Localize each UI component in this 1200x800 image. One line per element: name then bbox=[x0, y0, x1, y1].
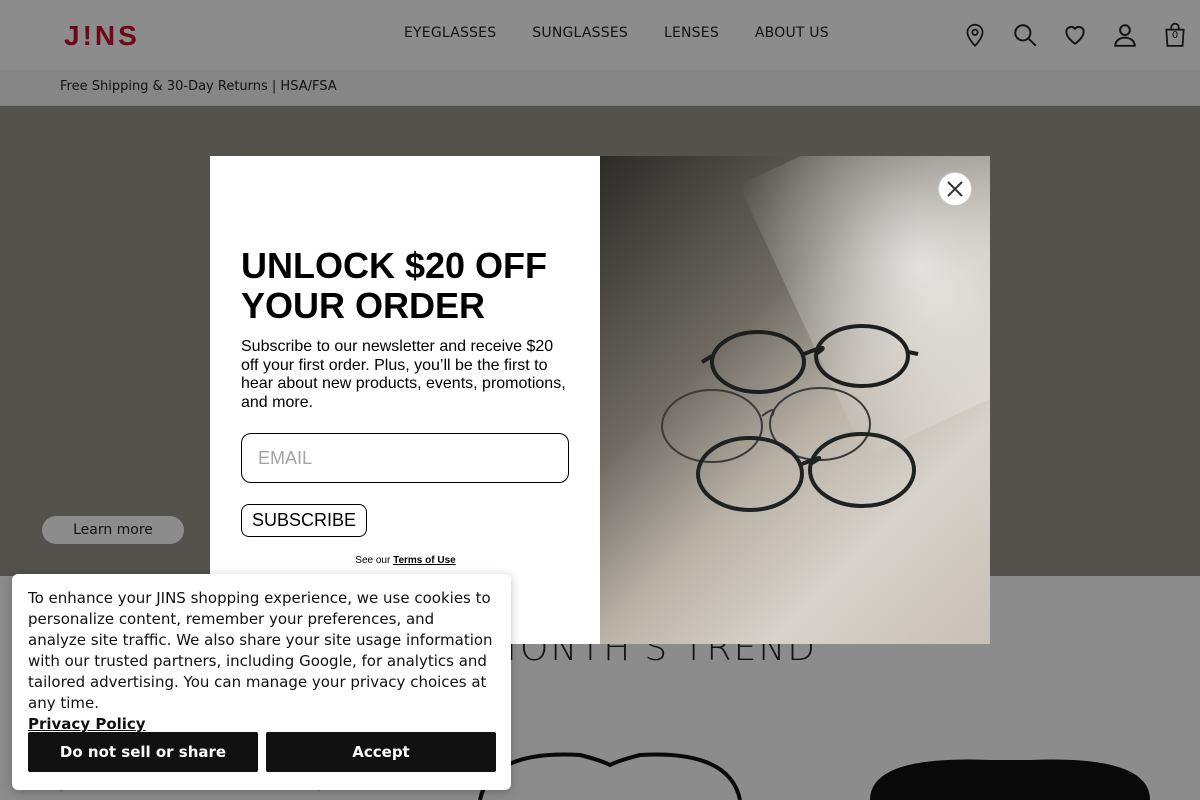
email-field-wrapper bbox=[241, 433, 569, 483]
terms-note: See our Terms of Use bbox=[241, 555, 570, 566]
cookie-buttons: Do not sell or share Accept bbox=[28, 732, 496, 772]
subscribe-button[interactable]: SUBSCRIBE bbox=[241, 504, 368, 537]
privacy-policy-link[interactable]: Privacy Policy bbox=[28, 715, 146, 733]
modal-image bbox=[600, 156, 990, 644]
email-field[interactable] bbox=[258, 447, 552, 469]
eyeglasses-photo bbox=[661, 324, 919, 512]
modal-title: UNLOCK $20 OFF YOUR ORDER bbox=[241, 245, 548, 326]
modal-copy: Subscribe to our newsletter and receive … bbox=[241, 338, 566, 411]
do-not-sell-button[interactable]: Do not sell or share bbox=[28, 732, 258, 772]
terms-prefix: See our bbox=[355, 555, 391, 566]
close-modal-button[interactable] bbox=[938, 172, 972, 206]
close-icon bbox=[947, 181, 963, 197]
cookie-banner: To enhance your JINS shopping experience… bbox=[12, 574, 511, 790]
cookie-text: To enhance your JINS shopping experience… bbox=[28, 589, 493, 712]
modal-content: UNLOCK $20 OFF YOUR ORDER Subscribe to o… bbox=[210, 156, 600, 644]
terms-of-use-link[interactable]: Terms of Use bbox=[393, 555, 456, 566]
newsletter-modal: UNLOCK $20 OFF YOUR ORDER Subscribe to o… bbox=[210, 156, 990, 644]
accept-button[interactable]: Accept bbox=[266, 732, 496, 772]
